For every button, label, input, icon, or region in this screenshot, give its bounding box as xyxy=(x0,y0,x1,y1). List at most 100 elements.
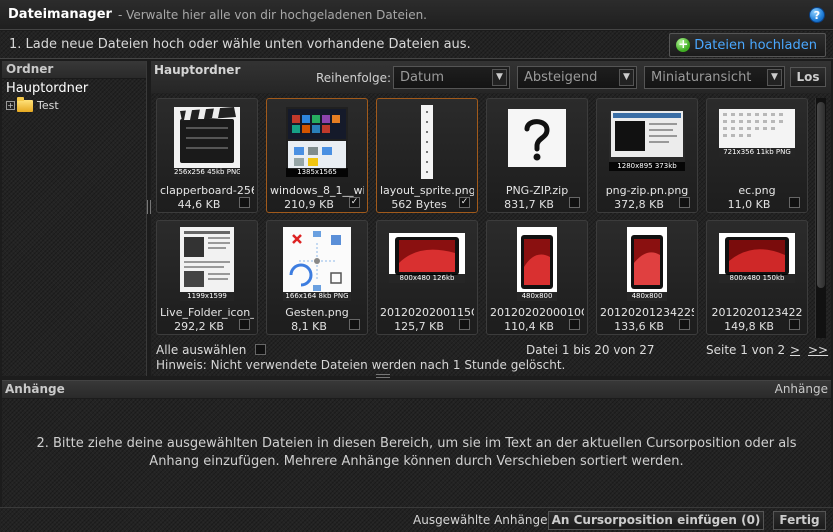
expand-icon[interactable]: + xyxy=(6,101,15,110)
last-page-link[interactable]: >> xyxy=(808,343,828,357)
file-checkbox[interactable] xyxy=(789,319,800,330)
file-name: PNG-ZIP.zip xyxy=(505,184,569,197)
file-tile[interactable]: 800x480 150kb 2012020123422 149,8 KB xyxy=(706,220,808,335)
bottom-bar: Ausgewählte Anhänge: An Cursorposition e… xyxy=(0,507,833,532)
file-size: 133,6 KB xyxy=(614,320,664,333)
folder-item-test[interactable]: + Test xyxy=(2,96,146,112)
current-folder-title: Hauptordner xyxy=(154,63,241,77)
hint-text: Hinweis: Nicht verwendete Dateien werden… xyxy=(156,358,566,372)
file-size: 149,8 KB xyxy=(724,320,774,333)
file-count: Datei 1 bis 20 von 27 xyxy=(526,343,655,357)
thumbnail-info: 480x800 xyxy=(627,292,667,301)
title-bar: Dateimanager - Verwalte hier alle von di… xyxy=(0,0,833,30)
file-name: 2012020200010C xyxy=(490,306,584,319)
next-page-link[interactable]: > xyxy=(790,343,800,357)
file-checkbox[interactable] xyxy=(239,319,250,330)
folder-item-label: Test xyxy=(37,99,59,112)
file-checkbox[interactable] xyxy=(569,197,580,208)
chevron-down-icon: ▼ xyxy=(619,69,634,86)
pagination-bar: Alle auswählen Datei 1 bis 20 von 27 Sei… xyxy=(156,343,828,358)
folder-icon xyxy=(17,96,33,112)
folder-root[interactable]: Hauptordner xyxy=(2,79,146,99)
thumbnail: 1280x895 373kb xyxy=(609,109,685,171)
file-name: 2012020200115C xyxy=(380,306,474,319)
thumbnail xyxy=(421,105,433,179)
file-checkbox[interactable] xyxy=(239,197,250,208)
help-icon[interactable]: ? xyxy=(809,7,825,23)
chevron-down-icon: ▼ xyxy=(767,69,782,86)
drop-instructions: 2. Bitte ziehe deine ausgewählten Dateie… xyxy=(36,436,797,469)
file-tile[interactable]: 480x800 2012020123422S 133,6 KB xyxy=(596,220,698,335)
selected-attachments-label: Ausgewählte Anhänge: xyxy=(413,513,552,527)
file-checkbox[interactable] xyxy=(459,319,470,330)
view-mode-select[interactable]: Miniaturansicht ▼ xyxy=(644,66,785,89)
file-checkbox[interactable] xyxy=(789,197,800,208)
sort-direction-select[interactable]: Absteigend ▼ xyxy=(517,66,637,89)
file-tile[interactable]: 1385x1565 windows_8_1__wir 210,9 KB ✓ xyxy=(266,98,368,213)
view-mode-value: Miniaturansicht xyxy=(651,70,752,85)
file-name: clapperboard-256 xyxy=(160,184,254,197)
file-grid-scrollbar[interactable] xyxy=(815,98,826,338)
file-size: 292,2 KB xyxy=(174,320,224,333)
file-name: Live_Folder_icon_ xyxy=(160,306,254,319)
file-checkbox[interactable] xyxy=(679,197,690,208)
attachments-header: Anhänge Anhänge xyxy=(2,380,831,398)
file-tile[interactable]: 721x356 11kb PNG ec.png 11,0 KB xyxy=(706,98,808,213)
file-name: 2012020123422S xyxy=(600,306,694,319)
window-title: Dateimanager xyxy=(8,7,112,22)
thumbnail: 1199x1599 xyxy=(180,227,234,301)
upload-button-label: Dateien hochladen xyxy=(694,37,817,53)
thumbnail: 721x356 11kb PNG xyxy=(719,109,795,157)
file-size: 562 Bytes xyxy=(391,198,447,211)
file-checkbox[interactable]: ✓ xyxy=(459,197,470,208)
sort-by-select[interactable]: Datum ▼ xyxy=(393,66,510,89)
select-all-checkbox[interactable] xyxy=(255,344,266,355)
file-tile[interactable]: 1199x1599 Live_Folder_icon_ 292,2 KB xyxy=(156,220,258,335)
attachments-title-right: Anhänge xyxy=(774,382,828,396)
file-size: 372,8 KB xyxy=(614,198,664,211)
thumbnail-info: 1199x1599 xyxy=(180,292,234,301)
scrollbar-thumb[interactable] xyxy=(817,102,825,288)
thumbnail-info: 1280x895 373kb xyxy=(609,162,685,171)
file-tile[interactable]: 256x256 45kb PNG clapperboard-256 44,6 K… xyxy=(156,98,258,213)
thumbnail-info: 721x356 11kb PNG xyxy=(719,148,795,157)
file-browser-header: Hauptordner Reihenfolge: Datum ▼ Absteig… xyxy=(151,61,831,93)
file-tile[interactable]: 166x164 8kb PNG Gesten.png 8,1 KB xyxy=(266,220,368,335)
file-checkbox[interactable]: ✓ xyxy=(349,197,360,208)
question-icon xyxy=(508,109,566,167)
file-checkbox[interactable] xyxy=(349,319,360,330)
thumbnail-info: 800x480 150kb xyxy=(719,274,795,283)
file-tile[interactable]: PNG-ZIP.zip 831,7 KB xyxy=(486,98,588,213)
file-checkbox[interactable] xyxy=(569,319,580,330)
upload-button[interactable]: + Dateien hochladen xyxy=(669,33,826,57)
thumbnail-info: 1385x1565 xyxy=(286,168,348,177)
thumbnail-info: 256x256 45kb PNG xyxy=(174,168,240,177)
thumbnail: 256x256 45kb PNG xyxy=(174,107,240,177)
file-tile[interactable]: layout_sprite.png 562 Bytes ✓ xyxy=(376,98,478,213)
file-browser: Hauptordner Reihenfolge: Datum ▼ Absteig… xyxy=(151,61,831,376)
thumbnail-info: 800x480 126kb xyxy=(389,274,465,283)
horizontal-splitter[interactable] xyxy=(376,374,390,378)
thumbnail: 480x800 xyxy=(627,227,667,301)
insert-at-cursor-button[interactable]: An Cursorposition einfügen (0) xyxy=(548,511,764,530)
select-all-label: Alle auswählen xyxy=(156,343,247,357)
thumbnail-info: 480x800 xyxy=(517,292,557,301)
thumbnail: 480x800 xyxy=(517,227,557,301)
file-tile[interactable]: 800x480 126kb 2012020200115C 125,7 KB xyxy=(376,220,478,335)
file-size: 831,7 KB xyxy=(504,198,554,211)
file-checkbox[interactable] xyxy=(679,319,690,330)
file-size: 125,7 KB xyxy=(394,320,444,333)
chevron-down-icon: ▼ xyxy=(492,69,507,86)
go-button[interactable]: Los xyxy=(790,67,826,87)
file-tile[interactable]: 1280x895 373kb png-zip.pn.png 372,8 KB xyxy=(596,98,698,213)
file-grid: 256x256 45kb PNG clapperboard-256 44,6 K… xyxy=(156,98,812,338)
thumbnail xyxy=(508,109,566,167)
attachments-drop-area[interactable]: 2. Bitte ziehe deine ausgewählten Dateie… xyxy=(2,399,831,507)
instruction-text: 1. Lade neue Dateien hoch oder wähle unt… xyxy=(9,37,471,52)
sort-label: Reihenfolge: xyxy=(316,71,392,85)
file-name: png-zip.pn.png xyxy=(605,184,689,197)
file-tile[interactable]: 480x800 2012020200010C 110,4 KB xyxy=(486,220,588,335)
attachments-title: Anhänge xyxy=(5,382,65,396)
done-button[interactable]: Fertig xyxy=(773,511,826,530)
sort-by-value: Datum xyxy=(400,70,444,85)
